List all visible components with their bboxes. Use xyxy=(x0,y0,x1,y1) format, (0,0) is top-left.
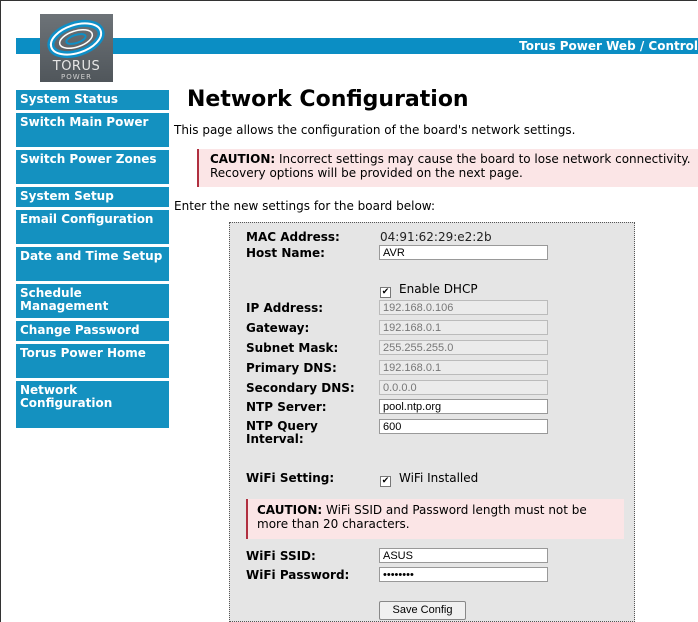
gateway-label: Gateway: xyxy=(246,321,310,335)
caution-banner-wifi: CAUTION: WiFi SSID and Password length m… xyxy=(246,499,624,539)
sidebar-nav: System Status Switch Main Power Switch P… xyxy=(16,90,169,431)
sidebar-item-email-configuration[interactable]: Email Configuration xyxy=(16,210,169,244)
ntp-query-interval-input[interactable] xyxy=(379,419,548,434)
header-banner: Torus Power Web / Control xyxy=(16,38,698,54)
wifi-caution-label: CAUTION: xyxy=(257,503,323,517)
network-settings-form: MAC Address: 04:91:62:29:e2:2b Host Name… xyxy=(229,222,635,622)
sidebar-item-change-password[interactable]: Change Password xyxy=(16,321,169,341)
sidebar-item-system-setup[interactable]: System Setup xyxy=(16,187,169,207)
sidebar-item-system-status[interactable]: System Status xyxy=(16,90,169,110)
subnet-mask-label: Subnet Mask: xyxy=(246,341,339,355)
save-config-button[interactable]: Save Config xyxy=(379,601,466,620)
caution-banner-network: CAUTION: Incorrect settings may cause th… xyxy=(197,149,698,187)
mac-address-label: MAC Address: xyxy=(246,230,340,244)
primary-dns-input[interactable] xyxy=(379,360,548,375)
wifi-ssid-input[interactable] xyxy=(379,548,548,563)
dhcp-checkbox[interactable]: ✔ xyxy=(380,287,391,298)
ntp-query-interval-label: NTP Query Interval: xyxy=(246,419,318,446)
ip-address-label: IP Address: xyxy=(246,301,324,315)
wifi-setting-label: WiFi Setting: xyxy=(246,471,335,485)
torus-logo[interactable]: TORUS POWER xyxy=(40,14,113,82)
secondary-dns-label: Secondary DNS: xyxy=(246,381,355,395)
caution-label: CAUTION: xyxy=(210,152,276,166)
wifi-password-input[interactable] xyxy=(379,567,548,582)
page-title: Network Configuration xyxy=(187,87,469,112)
host-name-label: Host Name: xyxy=(246,246,325,260)
sidebar-item-switch-main-power[interactable]: Switch Main Power xyxy=(16,113,169,147)
sidebar-item-network-configuration[interactable]: Network Configuration xyxy=(16,381,169,428)
wifi-ssid-label: WiFi SSID: xyxy=(246,549,316,563)
intro-text: This page allows the configuration of th… xyxy=(174,123,576,137)
mac-address-value: 04:91:62:29:e2:2b xyxy=(380,230,492,244)
secondary-dns-input[interactable] xyxy=(379,380,548,395)
wifi-password-label: WiFi Password: xyxy=(246,568,350,582)
sidebar-item-schedule-management[interactable]: Schedule Management xyxy=(16,284,169,318)
logo-subtext: POWER xyxy=(61,73,92,81)
sidebar-item-torus-power-home[interactable]: Torus Power Home xyxy=(16,344,169,378)
wifi-installed-checkbox-row[interactable]: ✔ WiFi Installed xyxy=(380,471,479,487)
dhcp-label: Enable DHCP xyxy=(399,282,478,296)
ip-address-input[interactable] xyxy=(379,300,548,315)
ntp-server-label: NTP Server: xyxy=(246,400,327,414)
gateway-input[interactable] xyxy=(379,320,548,335)
primary-dns-label: Primary DNS: xyxy=(246,361,337,375)
sidebar-item-date-time-setup[interactable]: Date and Time Setup xyxy=(16,247,169,281)
wifi-installed-checkbox[interactable]: ✔ xyxy=(380,476,391,487)
ntp-server-input[interactable] xyxy=(379,399,548,414)
logo-text: TORUS xyxy=(52,59,101,74)
caution-text: Incorrect settings may cause the board t… xyxy=(210,152,691,180)
host-name-input[interactable] xyxy=(379,245,548,260)
dhcp-checkbox-row[interactable]: ✔ Enable DHCP xyxy=(380,282,478,298)
subnet-mask-input[interactable] xyxy=(379,340,548,355)
banner-title: Torus Power Web / Control xyxy=(519,39,698,53)
enter-settings-text: Enter the new settings for the board bel… xyxy=(174,199,435,213)
wifi-installed-label: WiFi Installed xyxy=(399,471,479,485)
sidebar-item-switch-power-zones[interactable]: Switch Power Zones xyxy=(16,150,169,184)
